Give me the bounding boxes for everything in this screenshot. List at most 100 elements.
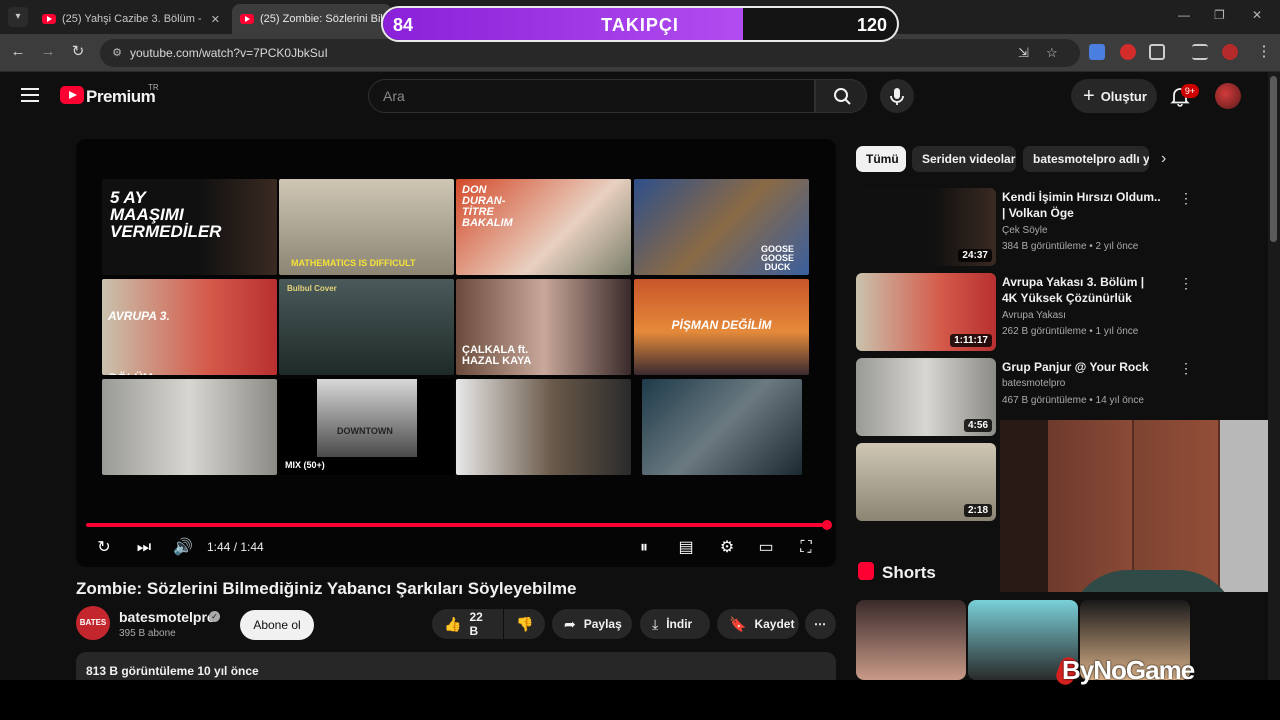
voice-search-button[interactable] (880, 79, 914, 113)
search-button[interactable] (815, 79, 867, 113)
maximize-icon[interactable]: ❐ (1214, 8, 1225, 22)
chip-channel[interactable]: batesmotelpro adlı yü (1023, 146, 1149, 172)
tab-search-button[interactable]: ▾ (8, 7, 28, 27)
create-label: Oluştur (1100, 88, 1147, 104)
progress-scrubber[interactable] (822, 520, 832, 530)
extension-icon[interactable] (1120, 44, 1136, 60)
more-vertical-icon[interactable]: ⋮ (1179, 360, 1193, 377)
end-screen-video[interactable] (456, 379, 631, 475)
browser-menu-icon[interactable]: ⋮ (1254, 42, 1274, 62)
reload-icon[interactable]: ↻ (68, 42, 88, 62)
browser-tab[interactable]: (25) Yahşi Cazibe 3. Bölüm - You ✕ (34, 4, 228, 34)
recommendation-thumbnail[interactable]: 24:37 (856, 188, 996, 266)
download-icon: ⤓ (652, 615, 659, 632)
back-icon[interactable]: ← (8, 42, 28, 62)
end-screen-video[interactable]: PİŞMAN DEĞİLİM (634, 279, 809, 375)
forward-icon[interactable]: → (38, 42, 58, 62)
youtube-logo-icon[interactable] (60, 86, 84, 104)
close-icon[interactable]: ✕ (211, 13, 220, 26)
chip-series[interactable]: Seriden videolar (912, 146, 1016, 172)
recommendation-thumbnail[interactable]: 2:18 (856, 443, 996, 521)
browser-tab-active[interactable]: (25) Zombie: Sözlerini Bilmed (232, 4, 392, 34)
microphone-icon (890, 88, 904, 105)
recommendation-meta: 384 B görüntüleme • 2 yıl önce (1002, 241, 1139, 252)
bookmark-star-icon[interactable]: ☆ (1046, 45, 1058, 61)
channel-name[interactable]: batesmotelpro (119, 609, 215, 625)
thumbs-down-icon: 👎 (516, 615, 534, 632)
download-button[interactable]: ⤓ İndir (640, 609, 710, 639)
minimize-icon[interactable]: — (1178, 8, 1190, 22)
account-avatar[interactable] (1215, 83, 1241, 109)
end-screen-video[interactable]: MATHEMATICS IS DIFFICULT (279, 179, 454, 275)
recommendation-title[interactable]: Kendi İşimin Hırsızı Oldum.. | Volkan Ög… (1002, 189, 1162, 221)
extensions-puzzle-icon[interactable] (1149, 44, 1165, 60)
channel-avatar[interactable]: BATES (76, 606, 110, 640)
short-thumbnail[interactable] (856, 600, 966, 680)
close-window-icon[interactable]: ✕ (1252, 8, 1262, 22)
recommendation-channel[interactable]: Avrupa Yakası (1002, 310, 1066, 321)
end-screen-video[interactable]: ÇALKALA ft. HAZAL KAYA (456, 279, 631, 375)
fullscreen-icon[interactable]: ⛶ (795, 537, 817, 559)
plus-icon: + (1083, 85, 1095, 107)
mix-label: MIX (50+) (285, 460, 325, 470)
recommendation-thumbnail[interactable]: 4:56 (856, 358, 996, 436)
shorts-icon (858, 562, 874, 580)
recommendation-title[interactable]: Avrupa Yakası 3. Bölüm | 4K Yüksek Çözün… (1002, 274, 1162, 306)
create-button[interactable]: + Oluştur (1071, 79, 1157, 113)
address-bar[interactable]: ⚙ youtube.com/watch?v=7PCK0JbkSuI ⇲ ☆ (100, 39, 1080, 67)
end-screen-playlist[interactable]: DOWNTOWN MIX (50+) (279, 379, 454, 475)
recommendation-title[interactable]: Grup Panjur @ Your Rock (1002, 359, 1162, 375)
site-info-icon[interactable]: ⚙ (110, 46, 124, 60)
streamer-watermark: ByNoGame (1062, 655, 1195, 685)
bottom-band (0, 680, 1280, 720)
translate-extension-icon[interactable] (1089, 44, 1105, 60)
theater-mode-icon[interactable]: ▭ (755, 537, 777, 559)
url-text: youtube.com/watch?v=7PCK0JbkSuI (130, 46, 328, 60)
wardrobe-edge (1000, 420, 1048, 592)
follower-label: TAKIPÇI (601, 15, 679, 35)
end-screen-text: MATHEMATICS IS DIFFICULT (291, 258, 416, 268)
more-actions-button[interactable]: ⋯ (805, 609, 836, 639)
recommendation-thumbnail[interactable]: 1:11:17 (856, 273, 996, 351)
volume-icon[interactable]: 🔊 (172, 537, 194, 559)
playlist-thumbnail (317, 379, 417, 457)
profile-icon[interactable] (1222, 44, 1238, 60)
end-screen-text: Bulbul Cover (287, 284, 337, 293)
more-vertical-icon[interactable]: ⋮ (1179, 275, 1193, 292)
like-button[interactable]: 👍 22 B (432, 609, 503, 639)
menu-icon[interactable] (21, 88, 39, 102)
settings-gear-icon[interactable]: ⚙ (716, 537, 738, 559)
chip-all[interactable]: Tümü (856, 146, 906, 172)
end-screen-video[interactable]: AVRUPA 3. BÖLÜM (102, 279, 277, 375)
video-player[interactable]: 5 AY MAAŞIMI VERMEDİLER MATHEMATICS IS D… (76, 139, 836, 567)
recommendation-channel[interactable]: batesmotelpro (1002, 378, 1065, 389)
end-screen-video[interactable]: Bulbul Cover (279, 279, 454, 375)
end-screen-text: DOWNTOWN (337, 426, 393, 436)
media-controls-icon[interactable] (1192, 44, 1208, 60)
subtitles-icon[interactable]: ▤ (675, 537, 697, 559)
webcam-overlay (1000, 420, 1280, 592)
end-screen-text: GOOSE GOOSE DUCK (760, 244, 794, 272)
progress-bar[interactable] (86, 523, 828, 527)
chevron-right-icon[interactable]: › (1161, 150, 1166, 168)
youtube-premium-logo[interactable]: Premium (86, 87, 156, 107)
save-label: Kaydet (754, 617, 795, 631)
end-screen-video[interactable] (642, 379, 802, 475)
end-screen-video[interactable]: DON DURAN- TİTRE BAKALIM (456, 179, 631, 275)
search-input[interactable] (369, 80, 814, 112)
save-button[interactable]: 🔖 Kaydet (717, 609, 799, 639)
end-screen-video[interactable]: GOOSE GOOSE DUCK (634, 179, 809, 275)
subscribe-button[interactable]: Abone ol (240, 610, 314, 640)
end-screen-video[interactable]: 5 AY MAAŞIMI VERMEDİLER (102, 179, 277, 275)
dislike-button[interactable]: 👎 (504, 609, 545, 639)
install-icon[interactable]: ⇲ (1018, 45, 1029, 61)
share-button[interactable]: ➦ Paylaş (552, 609, 632, 639)
autoplay-toggle[interactable]: ⏸ (630, 537, 658, 559)
end-screen-video[interactable] (102, 379, 277, 475)
recommendation-channel[interactable]: Çek Söyle (1002, 225, 1048, 236)
more-vertical-icon[interactable]: ⋮ (1179, 190, 1193, 207)
next-icon[interactable]: ⏭ (133, 537, 155, 559)
replay-icon[interactable]: ↻ (93, 537, 115, 559)
scrollbar-thumb[interactable] (1270, 76, 1277, 242)
follower-goal: 120 (856, 15, 887, 35)
